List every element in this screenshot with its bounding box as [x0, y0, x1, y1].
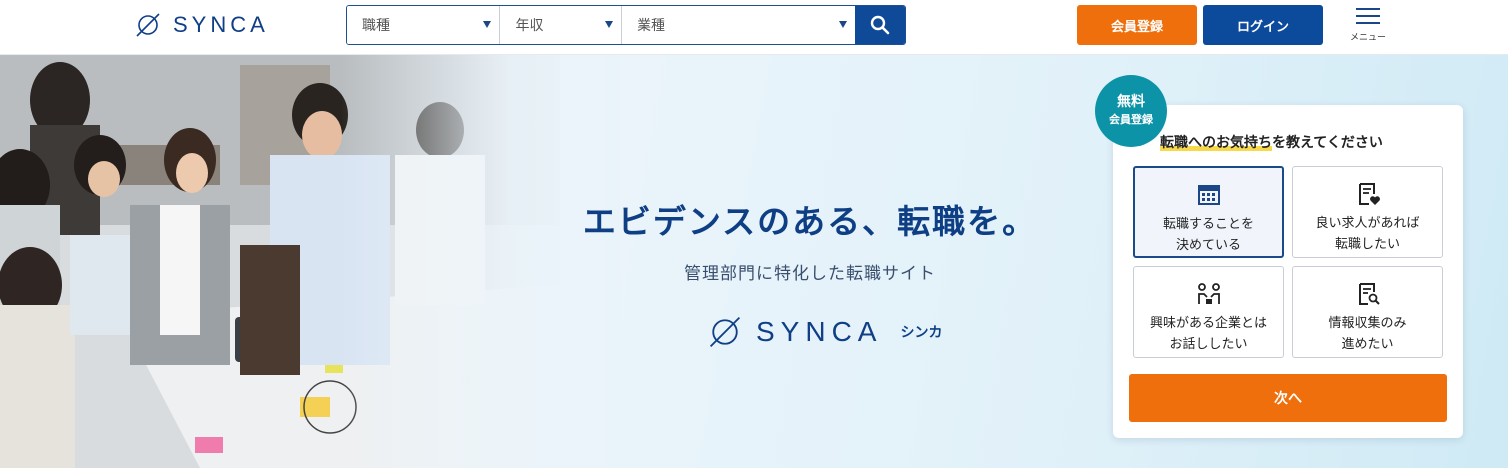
- search-bar: 職種 年収 業種: [346, 5, 906, 45]
- badge-line1: 無料: [1117, 94, 1145, 110]
- job-type-value: 職種: [362, 18, 390, 34]
- option-label: 情報収集のみ 進めたい: [1328, 316, 1407, 352]
- meeting-icon: [1197, 283, 1220, 304]
- search-document-icon: [1358, 283, 1380, 305]
- hero-logo-text: SYNCA: [756, 316, 883, 347]
- register-button[interactable]: 会員登録: [1077, 5, 1197, 45]
- job-type-select[interactable]: 職種: [347, 6, 501, 44]
- option-want-to-talk[interactable]: 興味がある企業とは お話ししたい: [1133, 266, 1284, 358]
- option-if-good-offer[interactable]: 良い求人があれば 転職したい: [1292, 166, 1443, 258]
- menu-button[interactable]: メニュー: [1348, 6, 1388, 48]
- industry-select[interactable]: 業種: [622, 6, 856, 44]
- caret-down-icon: [483, 21, 492, 28]
- question-rest: を教えてください: [1272, 135, 1383, 151]
- badge-line2: 会員登録: [1109, 113, 1153, 126]
- form-question: 転職へのお気持ちを教えてください: [1160, 132, 1383, 152]
- hero-logo-kana: シンカ: [900, 325, 943, 341]
- caret-down-icon: [839, 21, 848, 28]
- search-button[interactable]: [855, 6, 905, 44]
- menu-label: メニュー: [1349, 33, 1386, 43]
- hero-subtitle: 管理部門に特化した転職サイト: [684, 264, 936, 284]
- synca-logo-icon: [136, 13, 160, 37]
- caret-down-icon: [605, 21, 614, 28]
- hero-copy: エビデンスのある、転職を。 管理部門に特化した転職サイト: [560, 195, 1060, 284]
- question-highlight: 転職へのお気持ち: [1160, 135, 1272, 151]
- hamburger-icon: [1356, 8, 1380, 24]
- option-label: 興味がある企業とは お話ししたい: [1149, 316, 1267, 352]
- calendar-icon: [1197, 185, 1220, 205]
- next-button[interactable]: 次へ: [1129, 374, 1447, 422]
- hero-title: エビデンスのある、転職を。: [582, 202, 1038, 241]
- site-header: SYNCA 職種 年収 業種 会員登録 ログイン メニュー: [0, 0, 1508, 55]
- photo-fade-overlay: [0, 55, 620, 468]
- hero-logo: SYNCA シンカ: [708, 315, 942, 349]
- option-decided[interactable]: 転職することを 決めている: [1133, 166, 1284, 258]
- free-signup-badge: 無料 会員登録: [1095, 75, 1167, 147]
- logo-text: SYNCA: [173, 12, 269, 37]
- synca-logo-icon: [709, 316, 741, 348]
- salary-select[interactable]: 年収: [500, 6, 623, 44]
- heart-document-icon: [1358, 183, 1380, 205]
- login-button[interactable]: ログイン: [1203, 5, 1323, 45]
- option-label: 転職することを 決めている: [1162, 217, 1254, 253]
- option-info-only[interactable]: 情報収集のみ 進めたい: [1292, 266, 1443, 358]
- search-icon: [870, 15, 890, 35]
- salary-value: 年収: [515, 18, 544, 34]
- industry-value: 業種: [637, 18, 666, 34]
- option-label: 良い求人があれば 転職したい: [1315, 216, 1420, 252]
- site-logo[interactable]: SYNCA: [135, 10, 269, 40]
